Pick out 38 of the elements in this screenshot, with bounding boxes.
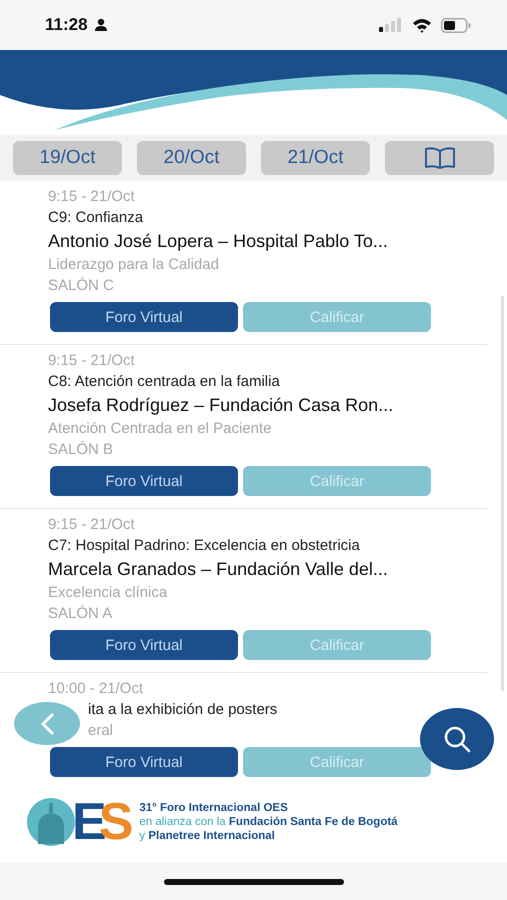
session-time: 9:15 - 21/Oct: [48, 351, 136, 371]
day-tab[interactable]: 20/Oct: [137, 141, 246, 175]
session-title: ita a la exhibición de posters: [87, 700, 278, 720]
session-category: eral: [87, 721, 114, 741]
forum-button[interactable]: Foro Virtual: [50, 630, 238, 660]
chevron-left-icon: [40, 712, 54, 734]
forum-button[interactable]: Foro Virtual: [50, 747, 238, 777]
battery-icon: [441, 18, 471, 32]
event-caption-line: en alianza con la Fundación Santa Fe de Bogotá: [139, 815, 398, 829]
session-category: Liderazgo para la Calidad: [48, 255, 220, 275]
day-tab[interactable]: 21/Oct: [261, 141, 370, 175]
session-room: SALÓN C: [48, 276, 115, 296]
session-speaker: Antonio José Lopera – Hospital Pablo To...: [48, 230, 389, 253]
event-caption-line: y Planetree Internacional: [139, 829, 276, 843]
clock-time: 11:28: [45, 15, 88, 35]
wifi-icon: [412, 18, 432, 32]
dome-emblem-icon: [26, 797, 76, 847]
session-speaker: Josefa Rodríguez – Fundación Casa Ron...: [48, 394, 394, 417]
event-caption-line: 31° Foro Internacional OES: [139, 801, 289, 815]
forum-button[interactable]: Foro Virtual: [50, 302, 238, 332]
forum-button[interactable]: Foro Virtual: [50, 466, 238, 496]
session-room: SALÓN B: [48, 440, 114, 460]
search-icon: [443, 725, 471, 753]
program-tab[interactable]: [385, 141, 494, 175]
session-time: 9:15 - 21/Oct: [48, 515, 136, 535]
session-category: Excelencia clínica: [48, 583, 168, 603]
session-category: Atención Centrada en el Paciente: [48, 419, 272, 439]
session-title: C9: Confianza: [48, 208, 144, 228]
session-speaker: Marcela Granados – Fundación Valle del...: [48, 558, 389, 581]
session-title: C8: Atención centrada en la familia: [48, 372, 281, 392]
session-room: SALÓN A: [48, 604, 114, 624]
signal-icon: [379, 18, 403, 32]
person-icon: [94, 18, 108, 32]
day-tab[interactable]: 19/Oct: [13, 141, 122, 175]
session-time: 10:00 - 21/Oct: [48, 679, 144, 699]
session-time: 9:15 - 21/Oct: [48, 187, 136, 207]
session-title: C7: Hospital Padrino: Excelencia en obstetricia: [48, 536, 361, 556]
book-icon: [424, 147, 456, 169]
